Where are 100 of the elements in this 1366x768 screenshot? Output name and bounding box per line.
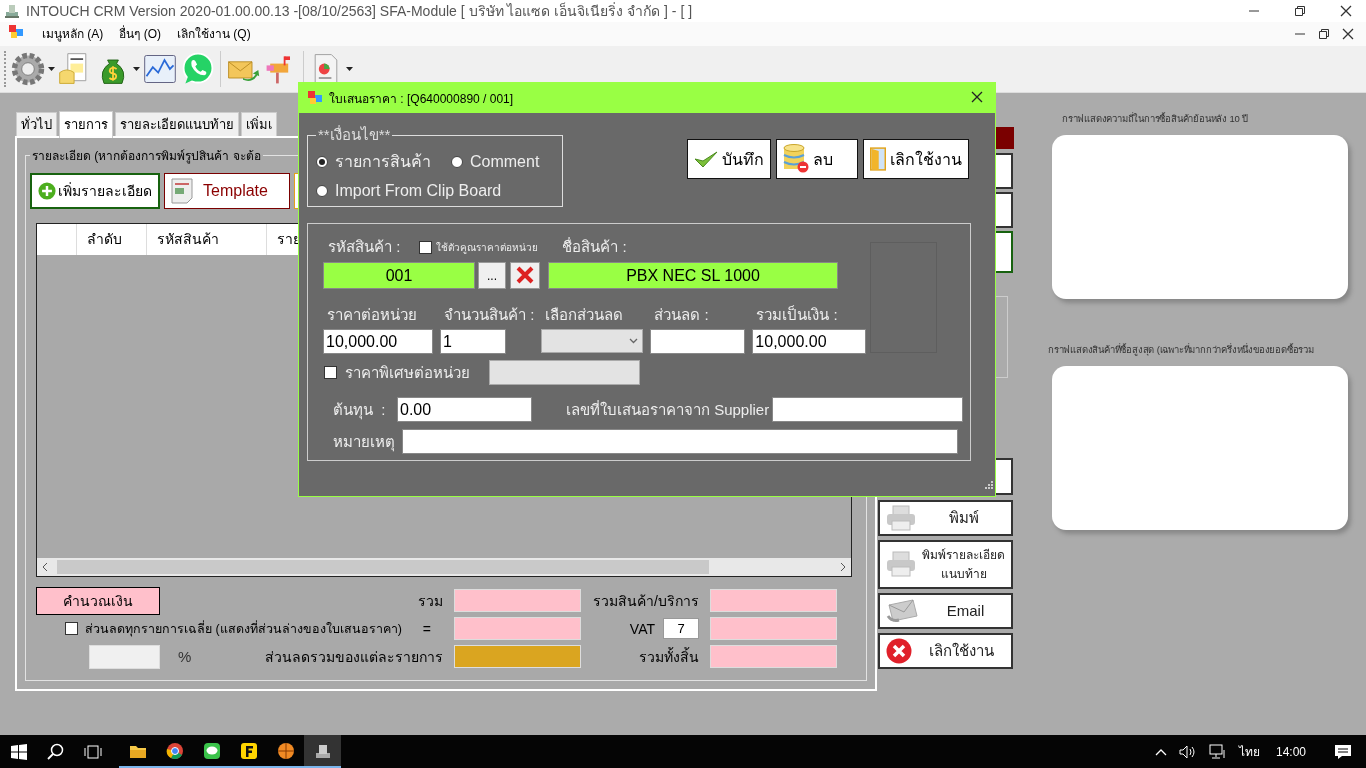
template-button[interactable]: Template: [164, 172, 290, 209]
chart-title: กราฟแสดงความถี่ในการซื้อสินค้าย้อนหลัง 10 ปี: [1061, 111, 1249, 126]
print-button[interactable]: พิมพ์รายละเอียด แนบท้าย: [878, 539, 1013, 589]
email-button[interactable]: Email: [878, 592, 1013, 629]
envelope-icon: [886, 598, 920, 623]
checkbox-label: ราคาพิเศษต่อหน่วย: [345, 362, 471, 383]
menu-item[interactable]: อื่นๆ (O): [111, 22, 169, 46]
total-field[interactable]: [454, 589, 581, 613]
group-title: **เงื่อนไข**: [317, 124, 392, 145]
checkbox-label: ใช้ตัวคูณราคาต่อหน่วย: [436, 240, 540, 255]
print-button[interactable]: พิมพ์: [878, 499, 1013, 536]
input-field[interactable]: 1: [440, 329, 506, 354]
vat-amount-field[interactable]: [710, 617, 837, 641]
clock[interactable]: 14:00: [1275, 744, 1306, 759]
radio-option[interactable]: Comment: [451, 149, 540, 174]
chart-title: กราฟแสดงสินค้าที่ซื้อสูงสุด (เฉพาะที่มากกว่าครึ่งหนึ่งของยอดซื้อรวม: [1048, 342, 1315, 358]
add-button[interactable]: เพิ่มรายละเอียด: [30, 172, 160, 209]
percent-label: %: [178, 648, 192, 666]
product-code-field[interactable]: 001: [323, 262, 475, 289]
input-field[interactable]: 10,000.00: [752, 329, 867, 354]
input-field[interactable]: [650, 329, 746, 354]
caret-icon[interactable]: [48, 66, 55, 71]
item-discount-field[interactable]: [454, 645, 581, 669]
tab[interactable]: เพิ่มเ: [241, 111, 277, 136]
percent-field[interactable]: [89, 644, 160, 669]
caret-icon: [629, 338, 639, 344]
tab[interactable]: รายละเอียดแนบท้าย: [115, 111, 239, 136]
task-view-icon[interactable]: [83, 742, 102, 761]
field-label: รหัสสินค้า :: [328, 237, 401, 257]
supplier-quote-field[interactable]: [772, 397, 963, 422]
radio-option[interactable]: รายการสินค้า: [316, 149, 431, 174]
remark-field[interactable]: [402, 429, 958, 454]
language-indicator[interactable]: ไทย: [1238, 742, 1260, 761]
printer-icon: [886, 551, 916, 578]
column-header[interactable]: ลำดับ: [77, 223, 147, 255]
vat-field[interactable]: 7: [663, 618, 699, 640]
search-icon[interactable]: [46, 742, 65, 761]
checkbox[interactable]: [419, 240, 433, 254]
menu-item[interactable]: เมนูหลัก (A): [34, 22, 112, 46]
close-icon[interactable]: [1340, 5, 1352, 17]
start-icon[interactable]: [9, 742, 28, 761]
checkbox-label: ส่วนลดทุกรายการเฉลี่ย (แสดงที่ส่วนล่างของใบเสนอราคา): [85, 619, 402, 639]
discount-field[interactable]: [454, 617, 581, 641]
tab[interactable]: รายการ: [59, 110, 113, 138]
chevron-icon[interactable]: [1154, 747, 1167, 756]
radio-option[interactable]: Import From Clip Board: [316, 182, 554, 200]
field-label: รวมเป็นเงิน :: [755, 304, 839, 325]
restore-icon[interactable]: [1318, 28, 1330, 40]
column-header[interactable]: รหัสสินค้า: [147, 223, 267, 255]
tab[interactable]: ทั่วไป: [16, 111, 57, 136]
field-label: รวมสินค้า/บริการ: [593, 591, 699, 611]
app-icon: [8, 24, 24, 41]
field-label: ส่วนลดรวมของแต่ละรายการ: [265, 647, 443, 667]
check-icon: [694, 149, 718, 169]
product-name-field[interactable]: PBX NEC SL 1000: [548, 262, 838, 289]
field-label: จำนวนสินค้า :: [443, 305, 535, 325]
grand-total-field[interactable]: [710, 645, 837, 669]
calculate-button[interactable]: คำนวณเงิน: [36, 586, 160, 615]
field-label: รวม: [418, 591, 443, 611]
save-button[interactable]: บันทึก: [687, 139, 771, 179]
field-label: VAT: [629, 620, 655, 637]
gear-icon[interactable]: [10, 50, 46, 87]
chat-icon[interactable]: [202, 741, 221, 760]
dialog-title: ใบเสนอราคา : [Q640000890 / 001]: [329, 90, 514, 108]
app-icon: [307, 90, 323, 106]
field-label: รวมทั้งสิ้น: [639, 646, 699, 667]
menu-item[interactable]: เลิกใช้งาน (Q): [169, 22, 259, 46]
app-icon: [4, 3, 20, 19]
network-icon[interactable]: [1208, 743, 1227, 760]
cost-field[interactable]: 0.00: [397, 397, 532, 422]
browser-icon[interactable]: [165, 741, 184, 760]
goods-total-field[interactable]: [710, 589, 837, 613]
equals-label: =: [422, 620, 431, 637]
cancel-icon: [886, 637, 912, 664]
caret-icon[interactable]: [346, 66, 353, 71]
caret-icon[interactable]: [133, 66, 140, 71]
cancel-button[interactable]: เลิกใช้งาน: [878, 632, 1013, 669]
field-label: ส่วนลด :: [653, 305, 710, 325]
close-icon[interactable]: [1342, 28, 1354, 40]
field-label: ต้นทุน :: [333, 399, 387, 422]
checkbox[interactable]: [65, 622, 78, 636]
clear-icon[interactable]: [510, 262, 540, 289]
document-icon: [171, 177, 193, 204]
ball-icon[interactable]: [276, 741, 295, 760]
speaker-icon[interactable]: [1178, 744, 1197, 759]
window-title: INTOUCH CRM Version 2020-01.00.00.13 -[08/10/2563] SFA-Module [ บริษัท ไอแซด เอ็นจิเนียริ่ง จำกัด ] - [ ]: [26, 1, 693, 21]
group-title: รายละเอียด (หากต้องการพิมพ์รูปสินค้า จะต้อ: [31, 147, 262, 165]
close-icon[interactable]: [971, 90, 983, 103]
browse-button[interactable]: ...: [478, 262, 506, 289]
input-field[interactable]: 10,000.00: [323, 329, 433, 354]
field-label: เลขที่ใบเสนอราคาจาก Supplier: [566, 399, 768, 420]
database-icon: [783, 144, 809, 174]
field-label: หมายเหตุ: [333, 431, 396, 454]
app-icon[interactable]: [239, 741, 258, 760]
resize-grip-icon[interactable]: [985, 481, 993, 489]
notification-icon[interactable]: [1334, 743, 1352, 760]
scrollbar[interactable]: [37, 557, 851, 576]
delete-button[interactable]: ลบ: [776, 139, 858, 179]
restore-icon[interactable]: [1294, 5, 1306, 17]
exit-button[interactable]: เลิกใช้งาน: [863, 139, 969, 179]
